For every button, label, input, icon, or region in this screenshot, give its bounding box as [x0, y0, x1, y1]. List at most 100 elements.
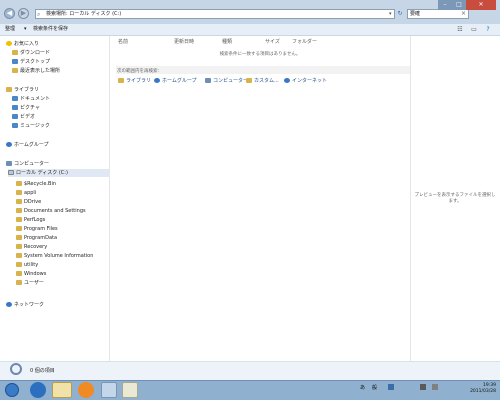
- column-header-name[interactable]: 名前: [118, 38, 128, 45]
- volume-icon[interactable]: [432, 384, 438, 390]
- address-bar[interactable]: ⌕ 検索場所: ローカル ディスク (C:) ▾: [35, 9, 395, 19]
- nav-folder[interactable]: ProgramData: [16, 234, 57, 242]
- nav-label: PerfLogs: [24, 217, 46, 223]
- search-again-internet[interactable]: インターネット: [284, 77, 327, 84]
- nav-folder[interactable]: System Volume Information: [16, 252, 93, 260]
- nav-label: Program Files: [24, 226, 58, 232]
- folder-icon: [16, 208, 22, 213]
- navigation-pane: お気に入り ダウンロード デスクトップ 最近表示した場所 ライブラリ ドキュメン…: [0, 36, 110, 361]
- nav-label: ドキュメント: [20, 96, 51, 102]
- organize-menu[interactable]: 整理: [5, 26, 15, 33]
- nav-folder[interactable]: Program Files: [16, 225, 58, 233]
- link-label: ホームグループ: [162, 78, 197, 84]
- nav-item-videos[interactable]: ビデオ: [12, 113, 35, 121]
- chevron-down-icon[interactable]: ▾: [24, 26, 27, 33]
- view-options-icon[interactable]: ☷: [456, 26, 464, 33]
- nav-computer-header[interactable]: コンピューター: [6, 160, 49, 168]
- clock-date: 2011/03/28: [470, 389, 496, 394]
- nav-folder[interactable]: Documents and Settings: [16, 207, 86, 215]
- folder-icon: [16, 271, 22, 276]
- ime-input-mode[interactable]: 般: [372, 384, 377, 391]
- nav-folder[interactable]: Recovery: [16, 243, 47, 251]
- back-button[interactable]: ◀: [4, 8, 15, 19]
- ime-icon[interactable]: [388, 384, 394, 390]
- nav-label: Recovery: [24, 244, 48, 250]
- link-label: カスタム...: [254, 78, 279, 84]
- search-input[interactable]: 要確: [410, 11, 420, 18]
- clear-search-icon[interactable]: ×: [461, 10, 466, 17]
- start-button[interactable]: [5, 383, 19, 397]
- homegroup-icon: [154, 78, 160, 83]
- internet-icon: [284, 78, 290, 83]
- close-button[interactable]: ✕: [466, 0, 496, 10]
- search-again-custom[interactable]: カスタム...: [246, 77, 279, 84]
- nav-folder[interactable]: ユーザー: [16, 279, 44, 287]
- help-icon[interactable]: ?: [484, 26, 492, 33]
- details-pane: [0, 361, 500, 380]
- folder-icon: [16, 217, 22, 222]
- nav-folder[interactable]: PerfLogs: [16, 216, 45, 224]
- column-header-size[interactable]: サイズ: [265, 38, 280, 45]
- link-label: インターネット: [292, 78, 328, 84]
- folder-icon: [16, 253, 22, 258]
- folder-icon: [16, 181, 22, 186]
- nav-item-desktop[interactable]: デスクトップ: [12, 58, 50, 66]
- music-icon: [12, 123, 18, 128]
- computer-icon: [205, 78, 211, 83]
- internet-explorer-icon[interactable]: [30, 382, 46, 398]
- library-icon: [6, 87, 12, 92]
- desktop-icon: [12, 59, 18, 64]
- search-again-computer[interactable]: コンピューター: [205, 77, 248, 84]
- column-header-type[interactable]: 種類: [222, 38, 232, 45]
- preview-message: プレビューを表示するファイルを選択します。: [414, 193, 496, 204]
- nav-label: ミュージック: [20, 123, 50, 129]
- nav-label: ProgramData: [24, 235, 58, 241]
- folder-icon: [16, 244, 22, 249]
- nav-homegroup[interactable]: ホームグループ: [6, 141, 49, 149]
- application-taskbar-icon[interactable]: [122, 382, 138, 398]
- nav-folder[interactable]: utility: [16, 261, 38, 269]
- nav-item-documents[interactable]: ドキュメント: [12, 95, 50, 103]
- forward-button[interactable]: ▶: [18, 8, 29, 19]
- folder-icon: [16, 226, 22, 231]
- nav-folder[interactable]: appli: [16, 189, 36, 197]
- nav-label: ネットワーク: [14, 302, 45, 308]
- search-field[interactable]: 要確 ×: [407, 9, 469, 19]
- refresh-icon[interactable]: ↻: [396, 10, 404, 18]
- nav-network[interactable]: ネットワーク: [6, 301, 44, 309]
- nav-item-recent[interactable]: 最近表示した場所: [12, 67, 60, 75]
- homegroup-icon: [6, 142, 12, 147]
- ime-mode[interactable]: あ: [360, 384, 365, 391]
- window-taskbar-icon[interactable]: [101, 382, 117, 398]
- maximize-button[interactable]: □: [452, 0, 466, 10]
- no-results-message: 検索条件に一致する項目はありません。: [219, 52, 301, 57]
- nav-favorites-header[interactable]: お気に入り: [6, 40, 39, 48]
- nav-label: Windows: [24, 271, 47, 277]
- nav-libraries-header[interactable]: ライブラリ: [6, 86, 39, 94]
- star-icon: [6, 41, 12, 46]
- network-tray-icon[interactable]: [420, 384, 426, 390]
- media-player-icon[interactable]: [78, 382, 94, 398]
- save-search-button[interactable]: 検索条件を保存: [33, 26, 68, 33]
- title-bar: ◀ ▶ ⌕ 検索場所: ローカル ディスク (C:) ▾ ↻ 要確 × – □ …: [0, 0, 500, 24]
- nav-folder[interactable]: DDrive: [16, 198, 41, 206]
- chevron-down-icon[interactable]: ▾: [389, 11, 392, 17]
- column-header-modified[interactable]: 更新日時: [174, 38, 194, 45]
- search-again-homegroup[interactable]: ホームグループ: [154, 77, 197, 84]
- nav-folder[interactable]: Windows: [16, 270, 46, 278]
- search-again-libraries[interactable]: ライブラリ: [118, 77, 151, 84]
- clock[interactable]: 19:39 2011/03/28: [466, 383, 496, 395]
- minimize-button[interactable]: –: [438, 0, 452, 10]
- explorer-taskbar-icon[interactable]: [52, 382, 72, 398]
- column-header-folder[interactable]: フォルダー: [292, 38, 317, 45]
- nav-item-local-disk[interactable]: ローカル ディスク (C:): [8, 169, 110, 177]
- search-icon: [10, 363, 22, 375]
- nav-folder[interactable]: $Recycle.Bin: [16, 180, 56, 188]
- folder-icon: [246, 78, 252, 83]
- preview-pane-icon[interactable]: ▭: [470, 26, 478, 33]
- nav-item-pictures[interactable]: ピクチャ: [12, 104, 40, 112]
- nav-item-music[interactable]: ミュージック: [12, 122, 50, 130]
- nav-item-downloads[interactable]: ダウンロード: [12, 49, 50, 57]
- nav-label: $Recycle.Bin: [24, 181, 57, 187]
- link-label: コンピューター: [213, 78, 249, 84]
